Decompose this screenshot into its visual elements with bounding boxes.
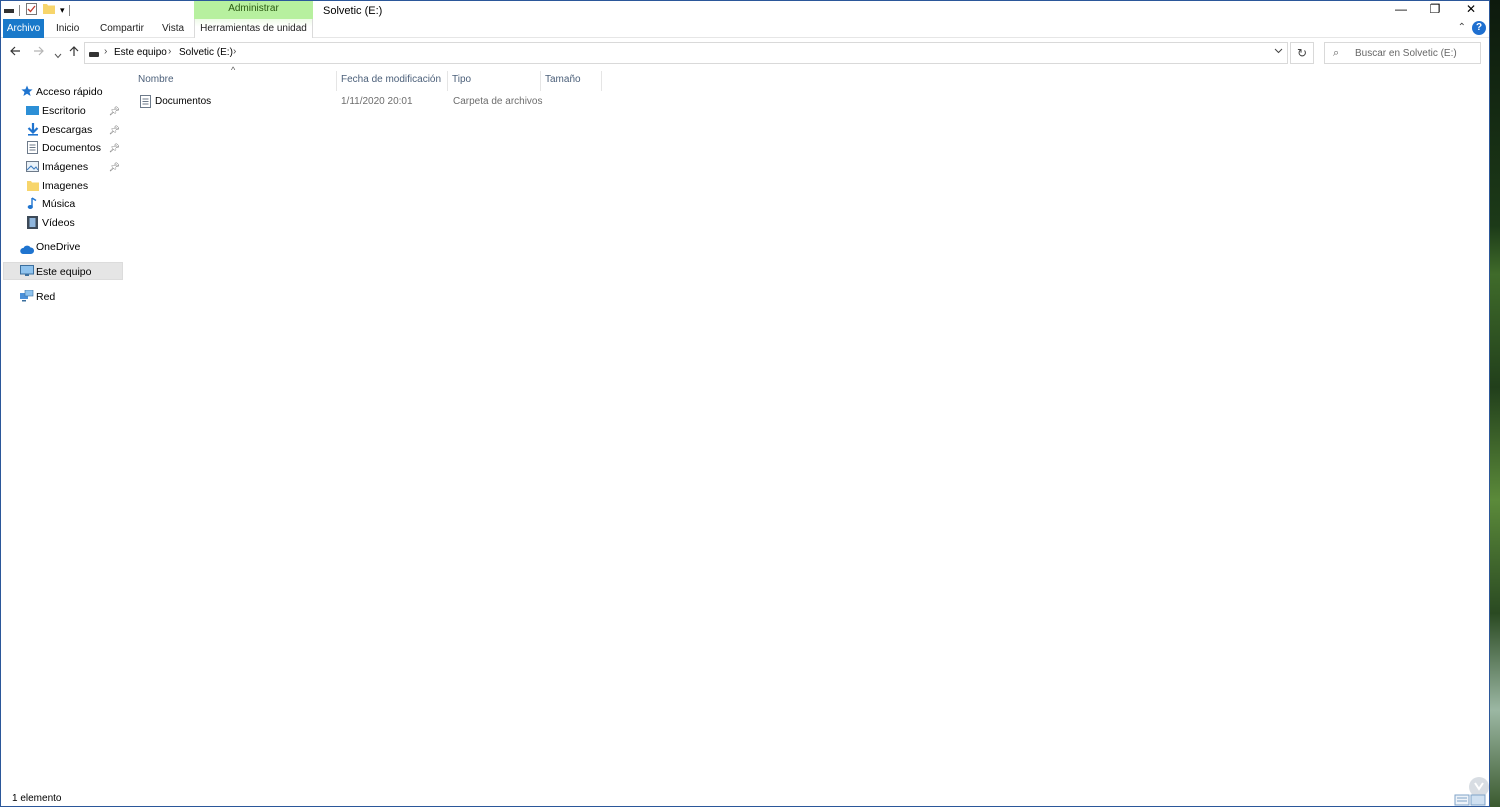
file-name: Documentos bbox=[155, 96, 212, 107]
nav-item-label: Acceso rápido bbox=[36, 86, 103, 98]
breadcrumb-separator-icon[interactable]: › bbox=[104, 46, 107, 57]
search-icon: ⌕ bbox=[1333, 47, 1340, 59]
documents-icon bbox=[27, 141, 39, 154]
nav-item-label: Documentos bbox=[42, 142, 101, 154]
refresh-button[interactable]: ↻ bbox=[1290, 42, 1314, 64]
navigation-bar: › Este equipo › Solvetic (E:) › ↻ ⌕ bbox=[1, 41, 1489, 66]
nav-item-label: Música bbox=[42, 198, 76, 210]
restore-button[interactable]: ❐ bbox=[1417, 1, 1453, 18]
tab-herramientas-de-unidad[interactable]: Herramientas de unidad bbox=[194, 19, 313, 38]
quick-access-toolbar: ▾ bbox=[1, 2, 70, 18]
tab-vista[interactable]: Vista bbox=[156, 19, 190, 38]
ribbon-tabs: Archivo Inicio Compartir Vista Herramien… bbox=[1, 19, 1489, 38]
forward-arrow-icon[interactable] bbox=[33, 45, 45, 60]
nav-item-label: Imagenes bbox=[42, 180, 89, 192]
desktop-wallpaper-edge bbox=[1490, 0, 1500, 807]
desktop-icon bbox=[26, 104, 39, 116]
navigation-pane: Acceso rápido Escritorio 📌︎ Descargas 📌︎… bbox=[3, 81, 123, 781]
nav-item-label: OneDrive bbox=[36, 241, 81, 253]
column-header-tamano[interactable]: Tamaño bbox=[541, 71, 602, 91]
drive-icon bbox=[89, 52, 99, 57]
nav-item-imagenes-folder[interactable]: Imagenes bbox=[3, 177, 123, 195]
back-arrow-icon[interactable] bbox=[9, 45, 21, 60]
properties-icon[interactable] bbox=[26, 2, 37, 18]
status-item-count: 1 elemento bbox=[12, 793, 62, 804]
cloud-icon bbox=[20, 242, 35, 254]
collapse-ribbon-icon[interactable]: ⌃ bbox=[1458, 22, 1466, 33]
pin-icon[interactable]: 📌︎ bbox=[109, 158, 120, 176]
network-icon bbox=[20, 289, 34, 302]
address-dropdown-icon[interactable] bbox=[1274, 46, 1283, 57]
table-row[interactable]: Documentos 1/11/2020 20:01 Carpeta de ar… bbox=[134, 94, 604, 112]
close-button[interactable]: ✕ bbox=[1453, 1, 1489, 18]
nav-item-descargas[interactable]: Descargas 📌︎ bbox=[3, 121, 123, 139]
pin-icon[interactable]: 📌︎ bbox=[109, 139, 120, 157]
nav-item-videos[interactable]: Vídeos bbox=[3, 214, 123, 232]
music-icon bbox=[27, 197, 39, 209]
pictures-icon bbox=[26, 160, 39, 172]
drive-icon[interactable] bbox=[4, 3, 14, 17]
tab-compartir[interactable]: Compartir bbox=[94, 19, 150, 38]
download-icon bbox=[27, 123, 39, 136]
file-modified: 1/11/2020 20:01 bbox=[341, 96, 413, 107]
star-icon bbox=[21, 85, 33, 97]
breadcrumb-este-equipo[interactable]: Este equipo bbox=[114, 47, 167, 58]
refresh-icon: ↻ bbox=[1296, 46, 1308, 60]
nav-item-musica[interactable]: Música bbox=[3, 195, 123, 213]
computer-icon bbox=[20, 265, 34, 277]
help-button[interactable]: ? bbox=[1472, 21, 1486, 35]
nav-item-documentos[interactable]: Documentos 📌︎ bbox=[3, 139, 123, 157]
new-folder-icon[interactable] bbox=[43, 3, 55, 17]
documents-folder-icon bbox=[140, 95, 151, 111]
nav-item-label: Red bbox=[36, 291, 56, 303]
breadcrumb-solvetic[interactable]: Solvetic (E:) bbox=[179, 47, 233, 58]
nav-item-label: Este equipo bbox=[36, 266, 92, 278]
minimize-button[interactable]: — bbox=[1383, 1, 1419, 18]
title-bar: ▾ Administrar Solvetic (E:) — ❐ ✕ bbox=[1, 1, 1489, 19]
search-input[interactable] bbox=[1355, 46, 1477, 61]
pin-icon[interactable]: 📌︎ bbox=[109, 102, 120, 120]
videos-icon bbox=[27, 216, 39, 229]
column-header-nombre[interactable]: Nombre bbox=[134, 71, 337, 91]
nav-item-acceso-rapido[interactable]: Acceso rápido bbox=[3, 83, 123, 101]
details-view-icon[interactable] bbox=[1453, 773, 1489, 807]
toolbar-separator bbox=[19, 4, 20, 16]
nav-item-label: Escritorio bbox=[42, 105, 86, 117]
nav-item-este-equipo[interactable]: Este equipo bbox=[3, 262, 123, 280]
folder-icon bbox=[27, 179, 39, 191]
up-arrow-icon[interactable] bbox=[68, 45, 80, 60]
column-header-tipo[interactable]: Tipo bbox=[448, 71, 541, 91]
column-header-fecha[interactable]: Fecha de modificación bbox=[337, 71, 448, 91]
file-type: Carpeta de archivos bbox=[453, 96, 543, 107]
breadcrumb-separator-icon[interactable]: › bbox=[233, 46, 236, 57]
toolbar-separator bbox=[68, 4, 70, 16]
nav-item-onedrive[interactable]: OneDrive bbox=[3, 238, 123, 256]
customize-toolbar-icon[interactable]: ▾ bbox=[60, 5, 65, 16]
pin-icon[interactable]: 📌︎ bbox=[109, 121, 120, 139]
window-title: Solvetic (E:) bbox=[323, 5, 383, 17]
nav-item-red[interactable]: Red bbox=[3, 288, 123, 306]
nav-item-escritorio[interactable]: Escritorio 📌︎ bbox=[3, 102, 123, 120]
recent-locations-chevron-icon[interactable] bbox=[54, 47, 62, 62]
nav-item-imagenes-pinned[interactable]: Imágenes 📌︎ bbox=[3, 158, 123, 176]
file-explorer-window: ▾ Administrar Solvetic (E:) — ❐ ✕ Archiv… bbox=[0, 0, 1490, 807]
context-tab-header: Administrar bbox=[194, 1, 313, 19]
breadcrumb-separator-icon[interactable]: › bbox=[168, 46, 171, 57]
nav-item-label: Descargas bbox=[42, 124, 93, 136]
tab-inicio[interactable]: Inicio bbox=[50, 19, 85, 38]
search-box[interactable]: ⌕ bbox=[1324, 42, 1481, 64]
nav-item-label: Imágenes bbox=[42, 161, 89, 173]
nav-item-label: Vídeos bbox=[42, 217, 75, 229]
address-bar[interactable]: › Este equipo › Solvetic (E:) › bbox=[84, 42, 1288, 64]
tab-archivo[interactable]: Archivo bbox=[3, 19, 44, 38]
